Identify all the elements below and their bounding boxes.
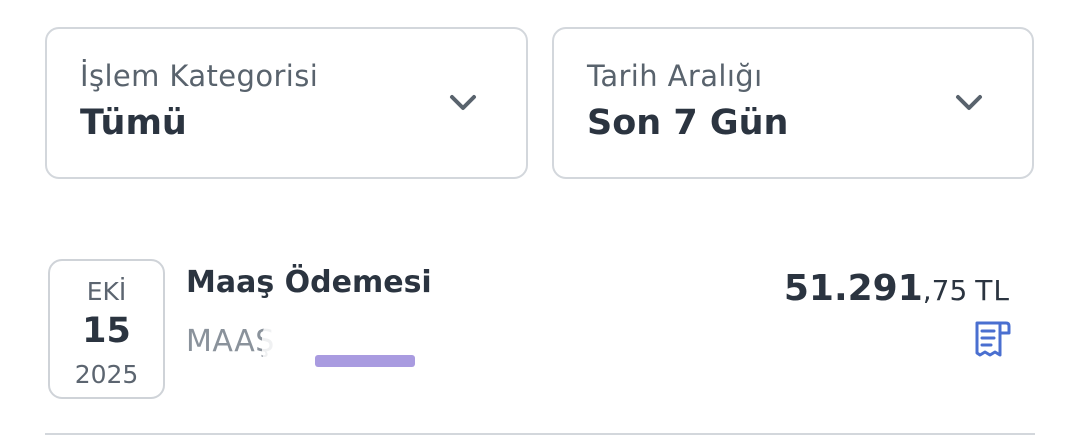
amount-decimal: ,75 bbox=[922, 274, 968, 307]
row-divider bbox=[45, 433, 1035, 435]
date-range-filter-dropdown[interactable]: Tarih Aralığı Son 7 Gün bbox=[552, 27, 1034, 179]
date-range-filter-label: Tarih Aralığı bbox=[587, 59, 763, 93]
chevron-down-icon bbox=[956, 95, 982, 110]
transactions-page: İşlem Kategorisi Tümü Tarih Aralığı Son … bbox=[0, 0, 1080, 436]
date-month: EKİ bbox=[86, 277, 127, 306]
amount-integer: 51.291 bbox=[783, 268, 923, 309]
transaction-title: Maaş Ödemesi bbox=[186, 265, 432, 300]
date-day: 15 bbox=[82, 311, 131, 351]
receipt-icon[interactable] bbox=[973, 320, 1011, 360]
amount-currency: TL bbox=[975, 274, 1010, 307]
date-year: 2025 bbox=[74, 360, 139, 389]
date-range-filter-value: Son 7 Gün bbox=[587, 103, 789, 143]
transaction-amount: 51.291,75 TL bbox=[784, 268, 1010, 309]
transaction-date-badge: EKİ 15 2025 bbox=[48, 259, 165, 399]
category-filter-label: İşlem Kategorisi bbox=[80, 59, 319, 93]
category-filter-value: Tümü bbox=[80, 103, 187, 143]
category-filter-dropdown[interactable]: İşlem Kategorisi Tümü bbox=[45, 27, 528, 179]
redaction-mark bbox=[315, 355, 415, 367]
chevron-down-icon bbox=[450, 95, 476, 110]
